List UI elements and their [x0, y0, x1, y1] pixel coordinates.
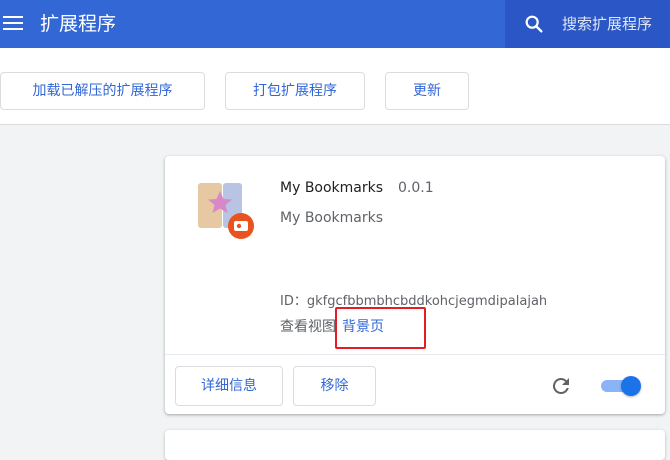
pack-extension-button[interactable]: 打包扩展程序 [225, 72, 365, 110]
extension-version: 0.0.1 [398, 180, 434, 196]
search-placeholder: 搜索扩展程序 [562, 15, 653, 33]
search-icon [525, 15, 543, 33]
search-input[interactable]: 搜索扩展程序 [505, 0, 670, 48]
load-unpacked-button[interactable]: 加载已解压的扩展程序 [0, 72, 205, 110]
app-header: 扩展程序 搜索扩展程序 [0, 0, 670, 48]
card-divider [165, 354, 665, 355]
toggle-knob [621, 376, 641, 396]
extension-description: My Bookmarks [280, 210, 384, 226]
extension-card: My Bookmarks 0.0.1 My Bookmarks ID：gkfgc… [165, 156, 665, 414]
menu-icon[interactable] [3, 12, 23, 36]
update-button[interactable]: 更新 [385, 72, 469, 110]
details-button[interactable]: 详细信息 [175, 366, 283, 406]
page-title: 扩展程序 [40, 13, 117, 35]
developer-toolbar: 加载已解压的扩展程序 打包扩展程序 更新 [0, 48, 670, 125]
extension-name: My Bookmarks [280, 180, 384, 196]
remove-button[interactable]: 移除 [293, 366, 376, 406]
extension-card-next [165, 430, 665, 460]
developer-badge-icon [228, 213, 254, 239]
reload-icon[interactable] [549, 374, 573, 398]
enable-toggle[interactable] [601, 376, 641, 396]
inspect-views-label: 查看视图 [280, 319, 336, 335]
highlight-annotation [335, 307, 426, 349]
extension-id-label: ID： [280, 294, 307, 309]
